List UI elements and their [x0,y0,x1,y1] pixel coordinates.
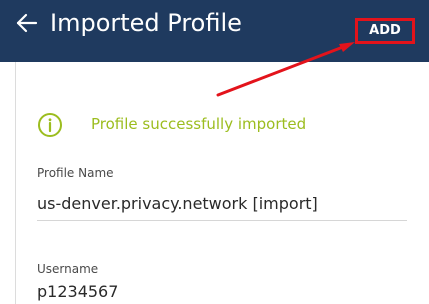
info-icon [37,112,63,138]
profile-name-field[interactable]: us-denver.privacy.network [import] [37,194,318,213]
page-title: Imported Profile [50,9,242,37]
imported-profile-screen: Imported Profile ADD Profile successfull… [0,0,429,304]
add-button[interactable]: ADD [355,18,415,44]
username-field[interactable]: p1234567 [37,282,118,301]
profile-name-label: Profile Name [37,166,114,180]
back-arrow-icon[interactable] [14,10,40,36]
username-label: Username [37,262,99,276]
profile-name-underline [37,220,407,221]
top-app-bar: Imported Profile ADD [0,0,429,62]
success-text: Profile successfully imported [91,115,307,133]
